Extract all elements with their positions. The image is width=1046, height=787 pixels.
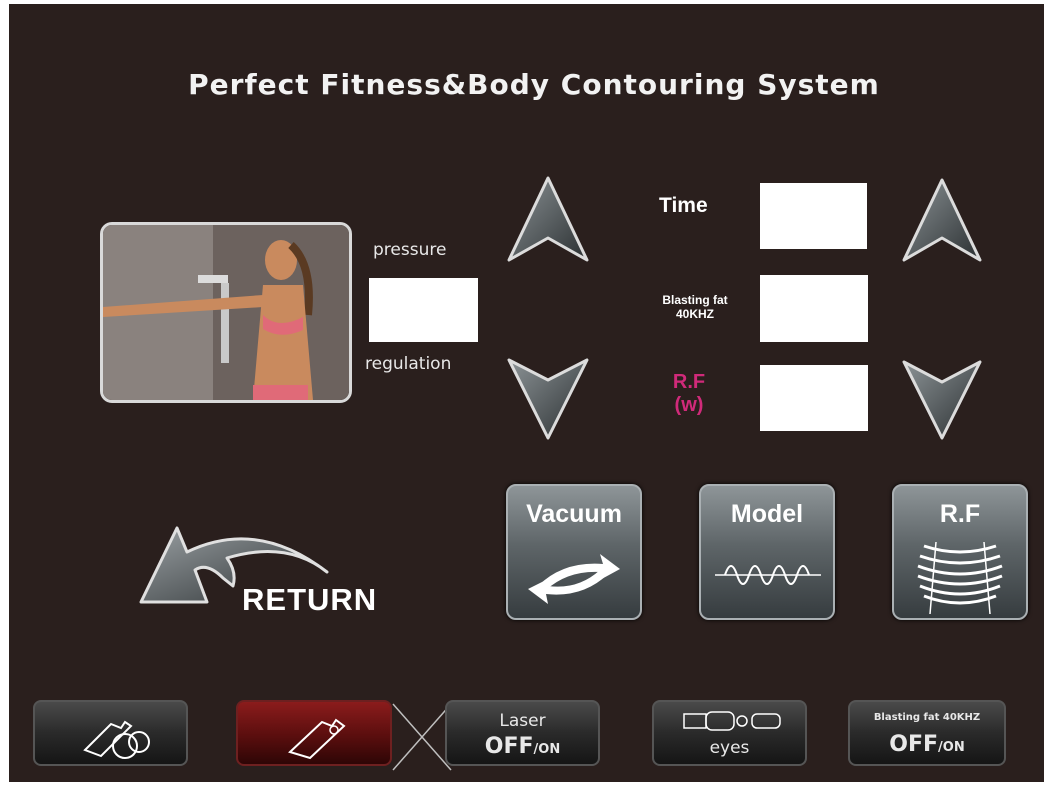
eyes-button[interactable]: eyes — [652, 700, 807, 766]
blasting-fat-value-box[interactable] — [760, 275, 868, 342]
rf-watt-label: R.F (w) — [672, 371, 706, 416]
blasting-fat-toggle-button[interactable]: Blasting fat 40KHZ OFF/ON — [848, 700, 1006, 766]
time-label: Time — [659, 194, 708, 217]
vacuum-cycle-icon — [528, 554, 620, 604]
model-button[interactable]: Model — [699, 484, 835, 620]
laser-toggle-button[interactable]: Laser OFF/ON — [445, 700, 600, 766]
rf-value-box[interactable] — [760, 365, 868, 431]
connector-cross-icon — [392, 703, 452, 771]
settings-down-icon[interactable] — [898, 356, 986, 444]
settings-up-icon[interactable] — [898, 174, 986, 270]
eye-handpiece-icon — [683, 711, 781, 731]
treatment-photo — [100, 222, 352, 403]
vacuum-button[interactable]: Vacuum — [506, 484, 642, 620]
laser-state: OFF/ON — [484, 734, 561, 759]
rf-waves-icon — [917, 541, 1003, 615]
blasting-fat-state: OFF/ON — [889, 732, 965, 757]
pressure-up-icon[interactable] — [503, 172, 593, 270]
return-label[interactable]: RETURN — [242, 582, 377, 618]
handpiece-single-button[interactable] — [236, 700, 392, 766]
sine-wave-icon — [715, 565, 821, 585]
regulation-label: regulation — [365, 354, 452, 374]
page-title: Perfect Fitness&Body Contouring System — [188, 68, 880, 101]
rf-button[interactable]: R.F — [892, 484, 1028, 620]
pressure-value-box[interactable] — [369, 278, 478, 342]
pressure-down-icon[interactable] — [503, 354, 593, 444]
time-value-box[interactable] — [760, 183, 867, 249]
main-screen: Perfect Fitness&Body Contouring System p… — [9, 4, 1044, 782]
pressure-label: pressure — [373, 240, 447, 260]
woman-with-handpiece-icon — [103, 225, 349, 400]
handpiece-icon — [288, 718, 346, 760]
blasting-fat-label: Blasting fat 40KHZ — [662, 293, 728, 321]
handpiece-dual-button[interactable] — [33, 700, 188, 766]
dual-handpiece-icon — [83, 720, 150, 759]
